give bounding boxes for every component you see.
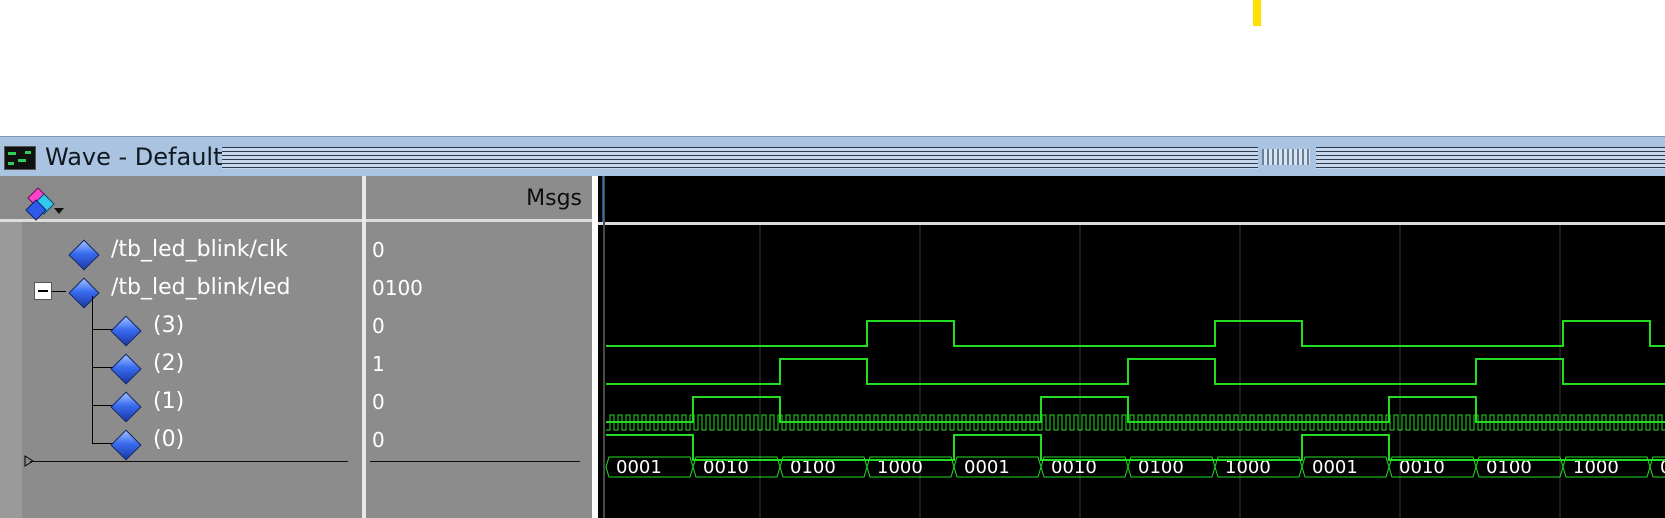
signal-value-bit2: 1 (372, 352, 385, 376)
titlebar-grip (222, 147, 1258, 169)
signal-name-bit3[interactable]: (3) (153, 313, 184, 338)
signal-values-pane: Msgs (366, 176, 592, 518)
tree-connector (52, 291, 66, 292)
window-title: Wave - Default (45, 143, 223, 171)
yellow-marker (1253, 0, 1261, 26)
collapse-expander-icon[interactable] (34, 282, 52, 300)
list-end-line (30, 461, 348, 462)
signal-name-led[interactable]: /tb_led_blink/led (111, 275, 291, 300)
drag-handle[interactable] (1262, 149, 1310, 165)
signal-value-bit0: 0 (372, 428, 385, 452)
titlebar-grip-right (1316, 147, 1665, 169)
led-bit-2-waveform (606, 358, 1665, 385)
signal-value-bit3: 0 (372, 314, 385, 338)
signal-name-clk[interactable]: /tb_led_blink/clk (111, 237, 288, 262)
led-bus-value: 0001 (616, 457, 662, 478)
wave-window-titlebar[interactable]: Wave - Default (0, 136, 1665, 176)
waveform-canvas[interactable]: 0001 0010 0100 1000 0001 0010 0100 1000 0001 0010… (598, 176, 1665, 518)
signal-value-bit1: 0 (372, 390, 385, 414)
led-bus-value: 0001 (964, 457, 1010, 478)
signal-value-led: 0100 (372, 276, 423, 300)
led-bus-value: 0001 (1312, 457, 1358, 478)
tree-branch-line (92, 296, 93, 444)
values-end-line (370, 461, 580, 462)
signal-names-pane (0, 176, 362, 518)
signal-name-bit0[interactable]: (0) (153, 427, 184, 452)
values-header: Msgs (366, 176, 592, 222)
values-header-label: Msgs (526, 186, 582, 211)
led-bit-3-waveform (606, 320, 1665, 347)
signal-name-bit1[interactable]: (1) (153, 389, 184, 414)
wave-format-dropdown-icon[interactable] (24, 186, 68, 224)
signal-value-clk: 0 (372, 238, 385, 262)
names-gutter (0, 222, 22, 518)
signal-name-bit2[interactable]: (2) (153, 351, 184, 376)
list-end-marker-icon (24, 455, 34, 467)
wave-window-icon (4, 146, 36, 170)
